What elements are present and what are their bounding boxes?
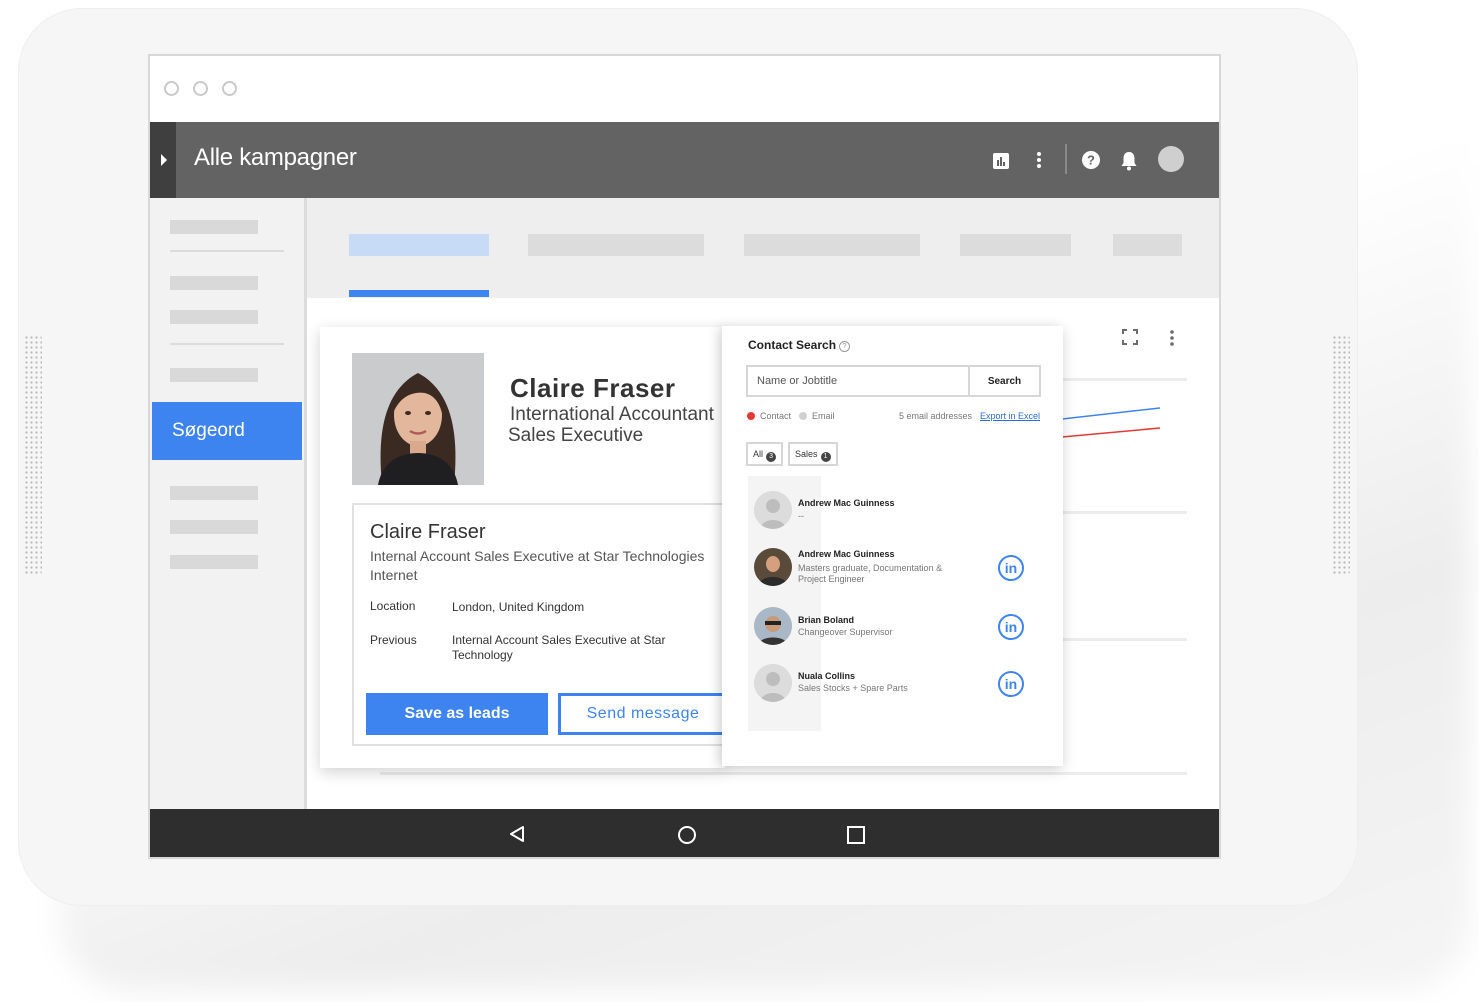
contact-avatar[interactable] [754,607,792,645]
contact-subtitle: -- [798,511,804,521]
sidebar-placeholder [170,220,258,234]
speaker-grille-right [1332,335,1350,575]
send-message-button[interactable]: Send message [558,693,728,735]
contact-radio[interactable] [747,412,755,420]
window-titlebar [150,56,1219,122]
home-icon[interactable] [677,825,697,845]
profile-role: International Accountant [510,404,714,425]
contact-subtitle: Changeover Supervisor [798,627,893,637]
sidebar-divider [170,250,284,252]
chip-all[interactable]: All 3 [746,442,784,466]
details-name: Claire Fraser [370,521,486,543]
help-icon[interactable]: ? [1082,151,1100,169]
menu-toggle[interactable] [150,122,176,198]
profile-card: Claire Fraser International Accountant S… [320,327,742,768]
contact-name[interactable]: Andrew Mac Guinness [798,498,895,508]
profile-details: Claire Fraser Internal Account Sales Exe… [352,503,742,746]
tab-placeholder[interactable] [1113,234,1182,256]
grid-line [1062,378,1187,381]
email-radio[interactable] [799,412,807,420]
speaker-grille-left [24,335,42,575]
linkedin-icon[interactable]: in [998,614,1024,640]
chart-icon[interactable] [992,152,1010,170]
tab-placeholder[interactable] [528,234,704,256]
search-input[interactable] [748,367,970,395]
tab-placeholder[interactable] [960,234,1071,256]
linkedin-icon[interactable]: in [998,671,1024,697]
sidebar-placeholder [170,276,258,290]
sidebar-placeholder [170,368,258,382]
person-portrait [352,353,484,485]
chart-more-vert-icon[interactable] [1169,329,1175,347]
sidebar-placeholder [170,310,258,324]
sidebar-placeholder [170,555,258,569]
sidebar-item-sogeord[interactable]: Søgeord [152,402,302,460]
previous-label: Previous [370,633,417,647]
contact-name[interactable]: Brian Boland [798,615,854,625]
fullscreen-icon[interactable] [1122,329,1138,345]
contact-avatar[interactable] [754,548,792,586]
window-close-dot[interactable] [164,81,179,96]
more-vert-icon[interactable] [1036,150,1042,170]
recents-icon[interactable] [847,826,865,844]
email-filter-label: Email [812,411,835,421]
grid-line [1062,511,1187,514]
user-avatar[interactable] [1158,146,1184,172]
contact-subtitle: Masters graduate, Documentation & Projec… [798,563,943,584]
contact-avatar[interactable] [754,664,792,702]
trend-line-red [1062,427,1161,438]
contact-name[interactable]: Andrew Mac Guinness [798,549,895,559]
bell-icon[interactable] [1120,151,1138,171]
details-headline: Internal Account Sales Executive at Star… [370,548,705,583]
search-box: Search [746,365,1041,397]
email-count: 5 email addresses [899,411,973,421]
contact-filter-label: Contact [760,411,792,421]
toolbar-divider [1065,144,1067,174]
sidebar: Søgeord [150,198,307,818]
tab-placeholder[interactable] [744,234,920,256]
sidebar-placeholder [170,520,258,534]
android-nav-bar [150,809,1219,857]
search-button[interactable]: Search [970,367,1039,395]
sidebar-placeholder [170,486,258,500]
linkedin-icon[interactable]: in [998,555,1024,581]
help-icon[interactable]: ? [839,341,850,352]
contact-search-panel: Contact Search ? Search Contact Email 5 … [722,326,1063,766]
app-bar: Alle kampagner ? [150,122,1219,198]
expand-arrow-icon [161,154,167,166]
contact-search-title: Contact Search [748,338,837,352]
sidebar-divider [170,343,284,345]
profile-name: Claire Fraser [510,373,676,403]
back-icon[interactable] [508,825,526,843]
chip-count: 3 [766,452,777,462]
active-tab-indicator [349,290,489,297]
tab-bar [307,198,1219,298]
chip-sales[interactable]: Sales 1 [788,442,838,466]
tab-active[interactable] [349,234,489,256]
chip-count: 1 [820,452,831,462]
contact-subtitle: Sales Stocks + Spare Parts [798,683,908,693]
page-title: Alle kampagner [194,144,357,171]
contact-avatar[interactable] [754,491,792,529]
location-label: Location [370,599,416,613]
profile-photo [352,353,484,485]
trend-line-blue [1062,407,1161,420]
contact-name[interactable]: Nuala Collins [798,671,855,681]
grid-line [1062,638,1187,641]
window-minimize-dot[interactable] [193,81,208,96]
export-excel-link[interactable]: Export in Excel [980,411,1040,421]
profile-role: Sales Executive [508,425,644,446]
save-as-leads-button[interactable]: Save as leads [366,693,548,735]
window-maximize-dot[interactable] [222,81,237,96]
trend-lines-chart [1062,407,1161,438]
previous-value: Internal Account Sales Executive at Star… [452,633,666,662]
grid-line [380,772,1187,775]
svg-text:?: ? [1087,153,1095,168]
location-value: London, United Kingdom [452,600,585,614]
